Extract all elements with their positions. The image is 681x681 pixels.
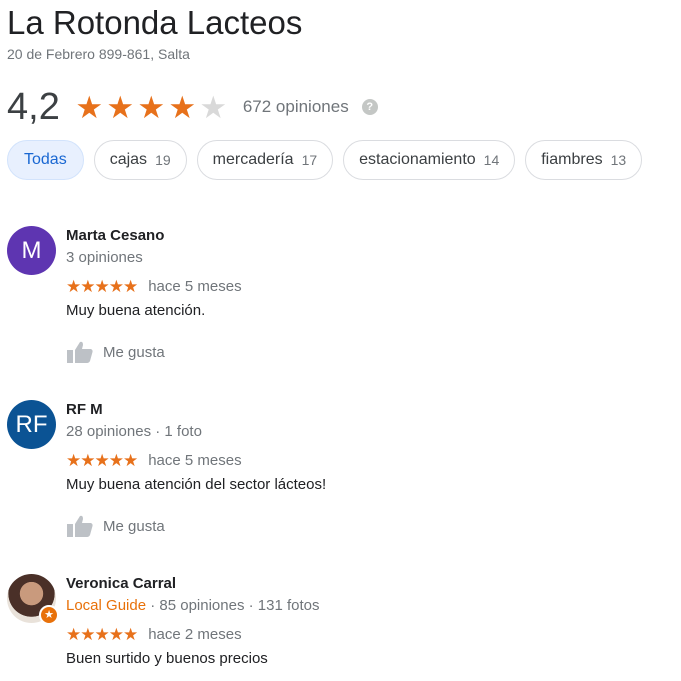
reviewer-meta: 3 opiniones (66, 249, 143, 266)
chip-all[interactable]: Todas (7, 140, 84, 180)
reviewer-meta: 28 opiniones · 1 foto (66, 423, 202, 440)
total-reviews: 672 opiniones (242, 97, 349, 116)
like-button[interactable]: Me gusta (66, 339, 666, 365)
local-guide-star-icon: ★ (39, 605, 59, 625)
review-time: hace 2 meses (148, 625, 242, 643)
chip-count: 17 (301, 152, 318, 168)
reviewer-name[interactable]: Marta Cesano (66, 226, 666, 246)
reviewer-name[interactable]: Veronica Carral (66, 574, 666, 594)
avatar[interactable]: M (7, 226, 56, 275)
star-icon: ★ (168, 89, 197, 125)
average-score: 4,2 (7, 86, 60, 128)
chip-estacionamiento[interactable]: estacionamiento 14 (343, 140, 516, 180)
chip-label: fiambres (541, 151, 603, 168)
avatar[interactable]: RF (7, 400, 56, 449)
topic-filter-chips: Todas cajas 19 mercadería 17 estacionami… (7, 140, 643, 180)
thumb-up-icon (67, 515, 93, 537)
chip-count: 14 (483, 152, 500, 168)
review-text: Buen surtido y buenos precios (66, 650, 268, 667)
avatar[interactable]: ★ (7, 574, 59, 625)
chip-fiambres[interactable]: fiambres 13 (525, 140, 643, 180)
rating-summary: 4,2 ★ ★ ★ ★ ★ 672 opiniones ? (7, 84, 378, 130)
reviewer-meta: Local Guide · 85 opiniones · 131 fotos (66, 596, 666, 616)
review-time: hace 5 meses (148, 277, 242, 295)
business-title: La Rotonda Lacteos (7, 4, 303, 41)
average-stars: ★ ★ ★ ★ ★ (74, 92, 229, 123)
chip-count: 19 (155, 152, 171, 168)
star-icon: ★ (75, 89, 104, 125)
star-icon: ★ (106, 89, 135, 125)
review-text: Muy buena atención. (66, 302, 206, 319)
like-button[interactable]: Me gusta (66, 513, 666, 539)
like-label: Me gusta (103, 517, 165, 535)
review-stars: ★★★★★ (66, 450, 138, 470)
like-label: Me gusta (103, 343, 165, 361)
review-time: hace 5 meses (148, 451, 242, 469)
review-stars: ★★★★★ (66, 624, 138, 644)
chip-label: cajas (109, 151, 148, 168)
help-icon[interactable]: ? (361, 99, 378, 115)
thumb-up-icon (67, 341, 93, 363)
chip-count: 13 (610, 152, 627, 168)
review-stars: ★★★★★ (66, 276, 138, 296)
chip-label: estacionamiento (359, 151, 476, 168)
chip-label: Todas (24, 151, 67, 168)
star-empty-icon: ★ (199, 89, 228, 125)
reviewer-name[interactable]: RF M (66, 400, 666, 420)
chip-cajas[interactable]: cajas 19 (93, 140, 187, 180)
local-guide-label: Local Guide (66, 597, 147, 614)
chip-mercaderia[interactable]: mercadería 17 (196, 140, 334, 180)
chip-label: mercadería (212, 151, 294, 168)
reviewer-counts: · 85 opiniones · 131 fotos (146, 597, 320, 614)
review-text: Muy buena atención del sector lácteos! (66, 476, 327, 493)
business-address: 20 de Febrero 899-861, Salta (7, 46, 190, 62)
star-icon: ★ (137, 89, 166, 125)
